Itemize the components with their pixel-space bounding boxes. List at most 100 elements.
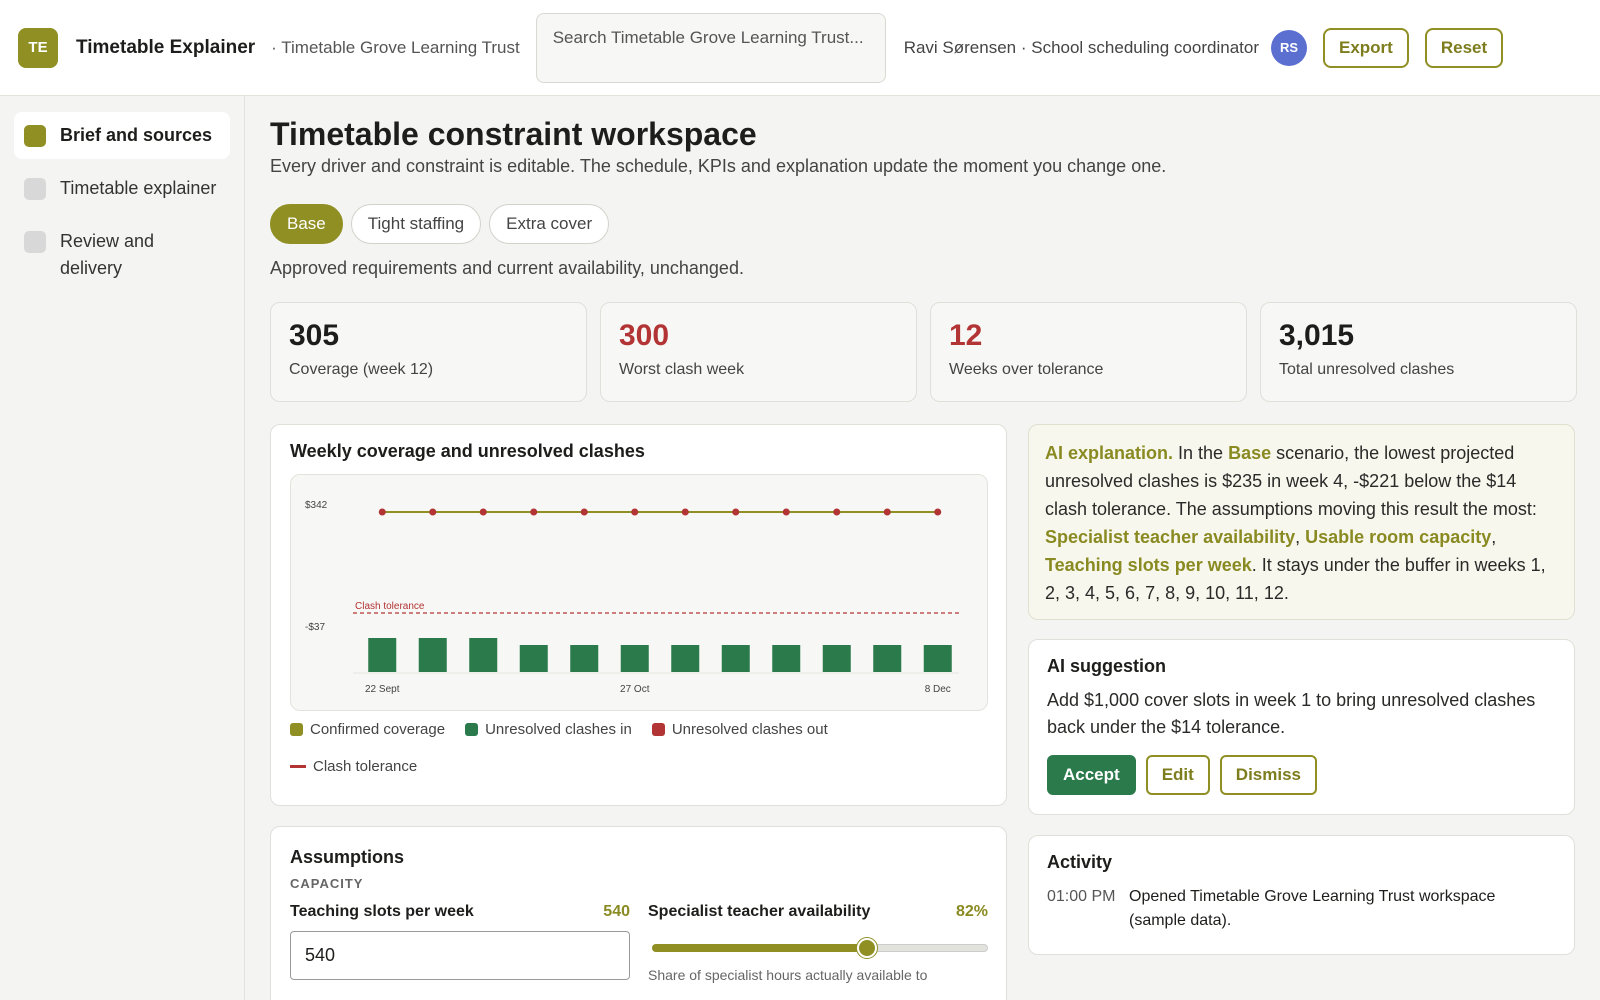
coverage-point <box>833 508 841 516</box>
scenario-tabs: Base Tight staffing Extra cover <box>270 204 617 244</box>
search-input[interactable]: Search Timetable Grove Learning Trust... <box>535 12 886 83</box>
chart-bar <box>620 645 649 672</box>
coverage-point <box>530 508 538 516</box>
scenario-description: Approved requirements and current availa… <box>270 258 744 278</box>
coverage-point <box>580 508 588 516</box>
legend-label: Confirmed coverage <box>310 721 446 738</box>
kpi-label: Worst clash week <box>619 361 745 378</box>
y-tick-label: $342 <box>305 500 328 511</box>
assumption-help: Share of specialist hours actually avail… <box>648 967 928 983</box>
page-subtitle: Every driver and constraint is editable.… <box>270 156 1167 176</box>
kpi-card: 3,015 Total unresolved clashes <box>1260 302 1577 402</box>
chart-bar <box>469 638 498 672</box>
page-title: Timetable constraint workspace <box>270 116 757 152</box>
ai-suggestion-card: AI suggestion Add $1,000 cover slots in … <box>1028 639 1575 815</box>
activity-card: Activity 01:00 PM Opened Timetable Grove… <box>1028 835 1575 955</box>
teaching-slots-input[interactable]: 540 <box>290 931 630 980</box>
suggestion-title: AI suggestion <box>1047 656 1167 676</box>
ai-driver: Usable room capacity <box>1305 527 1492 547</box>
sidebar-item-brief[interactable]: Brief and sources <box>14 112 230 159</box>
app-logo: TE <box>18 27 58 68</box>
x-tick-label: 22 Sept <box>365 684 400 695</box>
chart-bar <box>418 638 447 672</box>
tab-tight-staffing[interactable]: Tight staffing <box>350 204 482 244</box>
kpi-value: 3,015 <box>1279 319 1355 352</box>
kpi-card: 305 Coverage (week 12) <box>270 302 587 402</box>
legend-swatch-icon <box>290 723 303 736</box>
chart-svg: $342 -$37 Clash tolerance 22 Sept 27 Oct 8 De… <box>305 500 961 695</box>
assumptions-title: Assumptions <box>290 847 405 867</box>
coverage-point <box>732 508 740 516</box>
legend-swatch-icon <box>651 723 665 736</box>
legend-label: Unresolved clashes out <box>671 721 828 738</box>
kpi-value: 12 <box>949 319 983 352</box>
chart-title: Weekly coverage and unresolved clashes <box>290 441 645 461</box>
legend-item: Unresolved clashes in <box>465 721 632 738</box>
legend-label: Clash tolerance <box>313 758 418 775</box>
ai-scenario-name: Base <box>1228 443 1272 463</box>
legend-item: Confirmed coverage <box>290 721 445 738</box>
assumption-label: Teaching slots per week <box>290 903 474 920</box>
legend-item: Unresolved clashes out <box>651 721 828 738</box>
chart-bar <box>923 645 952 672</box>
coverage-point <box>631 508 639 516</box>
main-content: Timetable constraint workspace Every dri… <box>270 96 1577 1000</box>
kpi-value: 305 <box>289 319 340 352</box>
kpi-card: 12 Weeks over tolerance <box>930 302 1247 402</box>
assumption-value: 82% <box>955 903 988 920</box>
sidebar: Brief and sources Timetable explainer Re… <box>0 96 245 1000</box>
chart-card: Weekly coverage and unresolved clashes $… <box>270 424 1007 806</box>
avatar[interactable]: RS <box>1271 29 1307 66</box>
activity-item: 01:00 PM Opened Timetable Grove Learning… <box>1047 885 1556 933</box>
sidebar-item-review[interactable]: Review and delivery <box>14 218 230 292</box>
status-dot-icon <box>24 231 46 253</box>
org-name: · Timetable Grove Learning Trust <box>271 37 520 57</box>
chart-bar <box>772 645 801 672</box>
slider-fill <box>652 944 868 952</box>
chart-area: $342 -$37 Clash tolerance 22 Sept 27 Oct 8 De… <box>290 474 988 711</box>
x-tick-label: 8 Dec <box>925 684 951 695</box>
legend-line-icon <box>290 765 306 768</box>
coverage-point <box>378 508 386 516</box>
kpi-row: 305 Coverage (week 12) 300 Worst clash w… <box>270 302 1577 402</box>
coverage-point <box>883 508 891 516</box>
legend-swatch-icon <box>465 723 479 736</box>
tolerance-label: Clash tolerance <box>355 601 425 612</box>
ai-explanation-card: AI explanation. In the Base scenario, th… <box>1028 424 1575 620</box>
kpi-label: Weeks over tolerance <box>949 361 1104 378</box>
legend-label: Unresolved clashes in <box>485 721 632 738</box>
suggestion-text: Add $1,000 cover slots in week 1 to brin… <box>1047 690 1536 737</box>
status-dot-icon <box>24 125 46 147</box>
chart-bar <box>671 645 700 672</box>
export-button[interactable]: Export <box>1323 27 1409 68</box>
coverage-point <box>429 508 437 516</box>
sidebar-item-explainer[interactable]: Timetable explainer <box>14 165 230 212</box>
chart-bar <box>873 645 902 672</box>
edit-button[interactable]: Edit <box>1145 755 1210 795</box>
ai-text: In the <box>1173 443 1229 463</box>
assumptions-card: Assumptions CAPACITY Teaching slots per … <box>270 826 1007 1000</box>
user-info: Ravi Sørensen · School scheduling coordi… <box>903 37 1259 57</box>
sidebar-item-label: Brief and sources <box>60 125 213 145</box>
activity-time: 01:00 PM <box>1047 888 1116 905</box>
tab-extra-cover[interactable]: Extra cover <box>489 204 610 244</box>
reset-button[interactable]: Reset <box>1424 27 1504 68</box>
sidebar-item-label: Timetable explainer <box>60 178 217 198</box>
activity-title: Activity <box>1047 852 1113 872</box>
kpi-card: 300 Worst clash week <box>600 302 917 402</box>
kpi-label: Coverage (week 12) <box>289 361 434 378</box>
tab-base[interactable]: Base <box>270 204 343 244</box>
app-title: Timetable Explainer <box>76 36 256 58</box>
coverage-point <box>681 508 689 516</box>
specialist-availability-slider[interactable] <box>648 937 988 958</box>
ai-driver: Specialist teacher availability <box>1045 527 1296 547</box>
status-dot-icon <box>24 178 46 200</box>
ai-driver: Teaching slots per week <box>1045 555 1252 575</box>
x-tick-label: 27 Oct <box>620 684 650 695</box>
legend-item: Clash tolerance <box>290 758 417 775</box>
dismiss-button[interactable]: Dismiss <box>1219 755 1317 795</box>
slider-thumb[interactable] <box>857 938 878 958</box>
kpi-label: Total unresolved clashes <box>1279 361 1455 378</box>
accept-button[interactable]: Accept <box>1047 755 1136 795</box>
chart-bar <box>721 645 750 672</box>
